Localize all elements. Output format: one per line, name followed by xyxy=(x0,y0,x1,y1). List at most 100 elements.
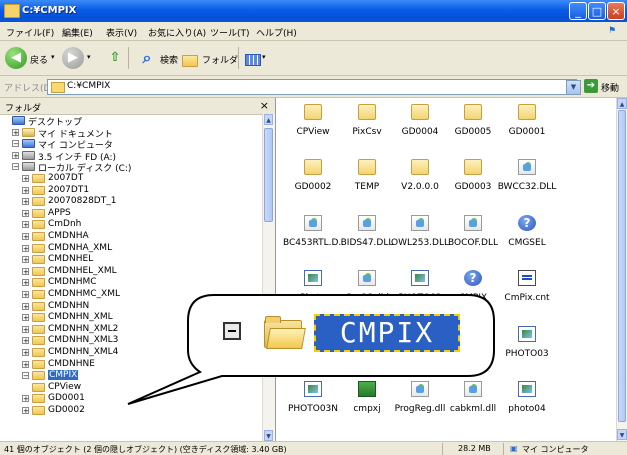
expand-icon[interactable]: + xyxy=(22,175,29,183)
expand-icon[interactable]: + xyxy=(22,349,29,357)
tree-item[interactable]: デスクトップ xyxy=(0,115,260,128)
file-item[interactable]: cmpxj xyxy=(337,377,397,435)
views-dropdown-icon[interactable]: ▾ xyxy=(262,53,266,61)
file-item[interactable]: CmCCalld xyxy=(337,266,397,324)
file-item[interactable]: PHOTO03 xyxy=(497,322,557,380)
menu-view[interactable]: 表示(V) xyxy=(106,26,137,39)
expand-icon[interactable]: + xyxy=(12,151,19,159)
file-item[interactable]: Photo xyxy=(283,266,343,324)
folder-pane-close-icon[interactable]: × xyxy=(260,99,269,112)
expand-icon[interactable]: + xyxy=(22,209,29,217)
tree-item[interactable]: CPView xyxy=(0,382,260,393)
file-item[interactable]: BIDS47.DLL xyxy=(337,211,397,269)
tree-item[interactable]: − マイ コンピュータ xyxy=(0,138,260,151)
expand-icon[interactable]: + xyxy=(22,279,29,287)
file-item[interactable]: photo04 xyxy=(497,377,557,435)
tree-item[interactable]: +20070828DT_1 xyxy=(0,196,260,207)
file-item[interactable]: PixCsv xyxy=(337,100,397,158)
collapse-icon[interactable]: − xyxy=(12,163,19,171)
tree-item[interactable]: + CMDNHN_XML xyxy=(0,312,260,323)
file-item[interactable]: GD0001 xyxy=(497,100,557,158)
file-item[interactable]: GD0004 xyxy=(390,100,450,158)
file-item[interactable]: BWCC32.DLL xyxy=(497,155,557,213)
tree-item[interactable]: + APPS xyxy=(0,208,260,219)
file-item[interactable]: BOCOF.DLL xyxy=(443,211,503,269)
scroll-down-icon[interactable]: ▼ xyxy=(264,430,273,441)
back-button-label[interactable]: 戻る xyxy=(30,53,48,66)
tree-item[interactable]: + GD0001 xyxy=(0,393,260,404)
close-button[interactable]: × xyxy=(607,2,625,20)
go-arrow-icon[interactable]: ➔ xyxy=(584,79,598,93)
file-item[interactable]: OWL253.DLL xyxy=(390,211,450,269)
tree-item[interactable]: + CMDNHMC_XML xyxy=(0,289,260,300)
expand-icon[interactable]: + xyxy=(22,233,29,241)
expand-icon[interactable]: + xyxy=(22,267,29,275)
title-bar[interactable]: C:¥CMPIX _ □ × xyxy=(0,0,627,22)
tree-item[interactable]: + CmDnh xyxy=(0,219,260,230)
up-folder-icon[interactable]: ⇧ xyxy=(104,47,126,69)
menu-tools[interactable]: ツール(T) xyxy=(210,26,250,39)
tree-item[interactable]: − ローカル ディスク (C:) xyxy=(0,161,260,174)
tree-item[interactable]: + マイ ドキュメント xyxy=(0,127,260,140)
address-dropdown-icon[interactable]: ▼ xyxy=(566,80,581,95)
expand-icon[interactable]: + xyxy=(22,221,29,229)
file-item[interactable]: CmPix.cnt xyxy=(497,266,557,324)
file-item[interactable]: PHOTO03N xyxy=(283,377,343,435)
expand-icon[interactable]: + xyxy=(22,337,29,345)
expand-icon[interactable]: + xyxy=(22,302,29,310)
file-item[interactable]: V2.0.0.0 xyxy=(390,155,450,213)
scroll-up-icon[interactable]: ▲ xyxy=(617,98,627,109)
search-icon[interactable]: ⌕ xyxy=(136,47,158,69)
expand-icon[interactable]: + xyxy=(22,395,29,403)
expand-icon[interactable]: + xyxy=(22,244,29,252)
maximize-button[interactable]: □ xyxy=(588,2,606,20)
folders-button-label[interactable]: フォルダ xyxy=(202,53,238,66)
file-item[interactable]: cabkml.dll xyxy=(443,377,503,435)
tree-item[interactable]: − CMPIX xyxy=(0,370,260,381)
scroll-up-icon[interactable]: ▲ xyxy=(264,114,273,125)
file-item[interactable]: PHOTO02 xyxy=(390,266,450,324)
expand-icon[interactable]: + xyxy=(22,360,29,368)
expand-icon[interactable]: + xyxy=(22,291,29,299)
menu-edit[interactable]: 編集(E) xyxy=(62,26,93,39)
expand-icon[interactable]: + xyxy=(22,256,29,264)
back-dropdown-icon[interactable]: ▾ xyxy=(51,53,55,61)
expand-icon[interactable]: + xyxy=(22,314,29,322)
folder-pane-scrollbar[interactable]: ▲ ▼ xyxy=(262,114,275,441)
tree-item[interactable]: + CMDNHEL_XML xyxy=(0,266,260,277)
forward-dropdown-icon[interactable]: ▾ xyxy=(87,53,91,61)
tree-item[interactable]: + CMDNHA_XML xyxy=(0,243,260,254)
go-button-label[interactable]: 移動 xyxy=(601,81,619,94)
file-item[interactable]: CPView xyxy=(283,100,343,158)
address-input[interactable]: C:¥CMPIX xyxy=(47,79,577,95)
tree-item[interactable]: + CMDNHMC xyxy=(0,277,260,288)
expand-icon[interactable]: + xyxy=(22,325,29,333)
menu-favorites[interactable]: お気に入り(A) xyxy=(148,26,206,39)
file-item[interactable]: GD0003 xyxy=(443,155,503,213)
file-item[interactable]: ? CMPIX xyxy=(443,266,503,324)
tree-item[interactable]: +3.5 インチ FD (A:) xyxy=(0,150,260,163)
minimize-button[interactable]: _ xyxy=(569,2,587,20)
views-icon[interactable] xyxy=(245,54,261,66)
tree-item[interactable]: +2007DT xyxy=(0,173,260,184)
forward-arrow-icon[interactable]: ▶ xyxy=(62,47,84,69)
back-arrow-icon[interactable]: ◀ xyxy=(5,47,27,69)
expand-icon[interactable]: + xyxy=(22,198,29,206)
scroll-thumb[interactable] xyxy=(618,110,626,422)
scroll-thumb[interactable] xyxy=(264,128,273,222)
file-item[interactable]: GD0005 xyxy=(443,100,503,158)
collapse-icon[interactable]: − xyxy=(12,140,19,148)
tree-item[interactable]: + CMDNHN_XML2 xyxy=(0,324,260,335)
expand-icon[interactable]: + xyxy=(22,407,29,415)
file-item[interactable]: ? CMGSEL xyxy=(497,211,557,269)
file-list-scrollbar[interactable]: ▲ ▼ xyxy=(616,98,627,441)
tree-item[interactable]: + CMDNHNE xyxy=(0,359,260,370)
tree-item[interactable]: + CMDNHN_XML3 xyxy=(0,335,260,346)
tree-item[interactable]: +2007DT1 xyxy=(0,185,260,196)
file-item[interactable]: BC453RTL.D... xyxy=(283,211,343,269)
file-item[interactable]: GD0002 xyxy=(283,155,343,213)
tree-item[interactable]: + CMDNHA xyxy=(0,231,260,242)
menu-file[interactable]: ファイル(F) xyxy=(6,26,54,39)
folders-icon[interactable] xyxy=(182,55,198,67)
expand-icon[interactable]: + xyxy=(12,128,19,136)
